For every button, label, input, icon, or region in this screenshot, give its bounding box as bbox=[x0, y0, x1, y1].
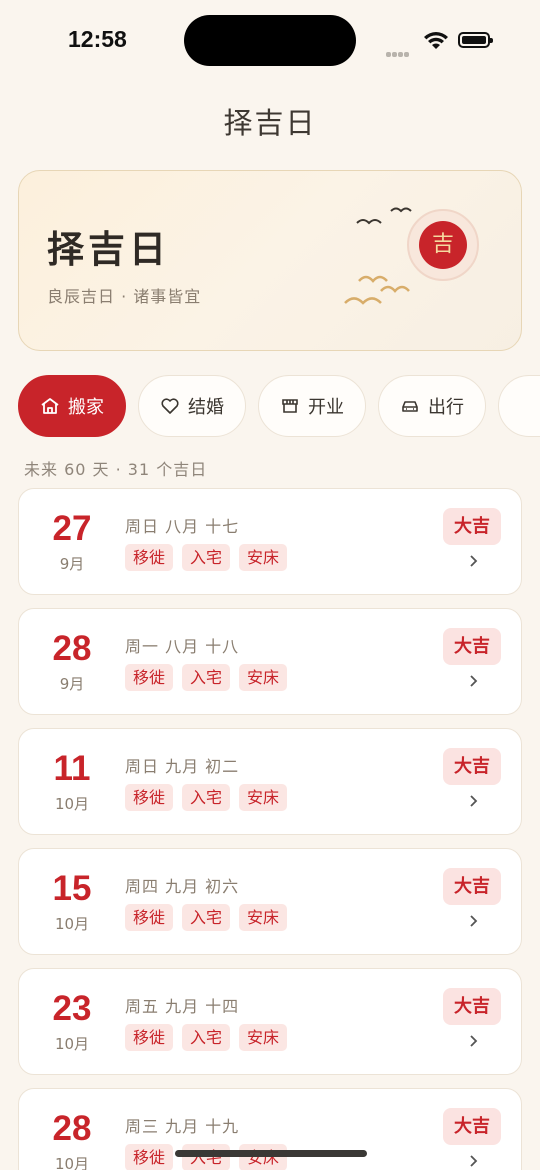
chevron-right-icon bbox=[470, 1035, 478, 1047]
chip-more[interactable] bbox=[498, 375, 540, 437]
tag-list: 移徙 入宅 安床 bbox=[125, 1024, 288, 1051]
list-item[interactable]: 28 10月 周三 九月 十九 移徙 入宅 安床 大吉 bbox=[18, 1088, 522, 1170]
lunar-date: 周日 八月 十七 bbox=[125, 517, 240, 536]
chip-label: 开业 bbox=[308, 397, 344, 418]
tag: 安床 bbox=[239, 904, 288, 931]
list-item[interactable]: 27 9月 周日 八月 十七 移徙 入宅 安床 大吉 bbox=[18, 488, 522, 595]
lunar-date: 周三 九月 十九 bbox=[125, 1117, 240, 1136]
date-month: 9月 bbox=[59, 555, 85, 573]
tag-list: 移徙 入宅 安床 bbox=[125, 544, 288, 571]
tag: 移徙 bbox=[125, 1144, 174, 1170]
chip-opening[interactable]: 开业 bbox=[258, 375, 366, 437]
tag: 安床 bbox=[239, 544, 288, 571]
battery-icon bbox=[458, 32, 493, 48]
date-day: 23 bbox=[52, 989, 92, 1028]
date-month: 10月 bbox=[54, 915, 90, 933]
date-day: 15 bbox=[52, 869, 92, 908]
list-item[interactable]: 11 10月 周日 九月 初二 移徙 入宅 安床 大吉 bbox=[18, 728, 522, 835]
list-item[interactable]: 23 10月 周五 九月 十四 移徙 入宅 安床 大吉 bbox=[18, 968, 522, 1075]
wifi-icon bbox=[424, 32, 448, 49]
tag-list: 移徙 入宅 安床 bbox=[125, 904, 288, 931]
tag: 安床 bbox=[239, 664, 288, 691]
tag: 移徙 bbox=[125, 664, 174, 691]
cellular-signal-icon bbox=[386, 42, 410, 61]
tag: 移徙 bbox=[125, 904, 174, 931]
status-badge: 大吉 bbox=[443, 988, 501, 1025]
page-title: 择吉日 bbox=[223, 106, 317, 140]
status-badge: 大吉 bbox=[443, 748, 501, 785]
hero-banner: 择吉日 良辰吉日 · 诸事皆宜 吉 bbox=[18, 170, 522, 351]
list-item[interactable]: 15 10月 周四 九月 初六 移徙 入宅 安床 大吉 bbox=[18, 848, 522, 955]
chevron-right-icon bbox=[470, 915, 478, 927]
status-badge: 大吉 bbox=[443, 508, 501, 545]
car-icon bbox=[402, 401, 418, 412]
chip-travel[interactable]: 出行 bbox=[378, 375, 486, 437]
chip-label: 结婚 bbox=[188, 397, 224, 418]
tag: 入宅 bbox=[182, 664, 231, 691]
lunar-date: 周日 九月 初二 bbox=[125, 757, 240, 776]
date-month: 10月 bbox=[54, 795, 90, 813]
chip-label: 搬家 bbox=[68, 397, 104, 418]
list-item[interactable]: 28 9月 周一 八月 十八 移徙 入宅 安床 大吉 bbox=[18, 608, 522, 715]
chip-moving[interactable]: 搬家 bbox=[18, 375, 126, 437]
lucky-seal-icon: 吉 bbox=[419, 221, 467, 269]
date-day: 27 bbox=[52, 509, 92, 548]
tag-list: 移徙 入宅 安床 bbox=[125, 664, 288, 691]
tag: 安床 bbox=[239, 784, 288, 811]
shop-icon bbox=[282, 399, 298, 413]
chevron-right-icon bbox=[470, 795, 478, 807]
tag: 入宅 bbox=[182, 1144, 231, 1170]
status-badge: 大吉 bbox=[443, 868, 501, 905]
hero-title: 择吉日 bbox=[47, 228, 170, 271]
tag: 入宅 bbox=[182, 784, 231, 811]
tag-list: 移徙 入宅 安床 bbox=[125, 784, 288, 811]
house-icon bbox=[41, 398, 59, 414]
tag: 移徙 bbox=[125, 544, 174, 571]
dynamic-island bbox=[184, 15, 356, 66]
hero-subtitle: 良辰吉日 · 诸事皆宜 bbox=[47, 287, 202, 306]
heart-icon bbox=[161, 398, 179, 414]
results-summary: 未来 60 天 · 31 个吉日 bbox=[24, 460, 208, 479]
chip-wedding[interactable]: 结婚 bbox=[138, 375, 246, 437]
tag: 入宅 bbox=[182, 1024, 231, 1051]
status-time: 12:58 bbox=[68, 26, 127, 52]
chevron-right-icon bbox=[470, 675, 478, 687]
home-indicator[interactable] bbox=[175, 1150, 367, 1157]
lunar-date: 周四 九月 初六 bbox=[125, 877, 240, 896]
chevron-right-icon bbox=[470, 1155, 478, 1167]
tag: 移徙 bbox=[125, 784, 174, 811]
chevron-right-icon bbox=[470, 555, 478, 567]
date-month: 10月 bbox=[54, 1155, 90, 1170]
date-month: 10月 bbox=[54, 1035, 90, 1053]
tag: 安床 bbox=[239, 1024, 288, 1051]
tag: 入宅 bbox=[182, 544, 231, 571]
category-chips: 搬家 结婚 开业 出行 bbox=[18, 375, 540, 437]
tag: 入宅 bbox=[182, 904, 231, 931]
tag: 移徙 bbox=[125, 1024, 174, 1051]
status-badge: 大吉 bbox=[443, 1108, 501, 1145]
date-day: 28 bbox=[52, 1109, 92, 1148]
status-badge: 大吉 bbox=[443, 628, 501, 665]
lunar-date: 周五 九月 十四 bbox=[125, 997, 240, 1016]
tag-list: 移徙 入宅 安床 bbox=[125, 1144, 288, 1170]
date-month: 9月 bbox=[59, 675, 85, 693]
lunar-date: 周一 八月 十八 bbox=[125, 637, 240, 656]
tag: 安床 bbox=[239, 1144, 288, 1170]
status-bar: 12:58 bbox=[0, 0, 540, 80]
date-day: 11 bbox=[53, 749, 91, 788]
chip-label: 出行 bbox=[428, 397, 464, 418]
date-day: 28 bbox=[52, 629, 92, 668]
